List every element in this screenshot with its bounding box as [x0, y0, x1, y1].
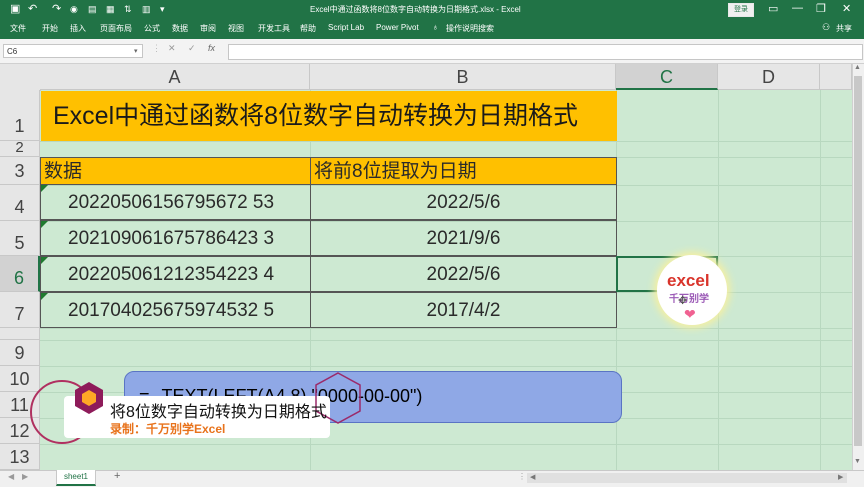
next-sheet-icon[interactable]: ▶	[22, 472, 28, 481]
tab-formulas[interactable]: 公式	[144, 23, 160, 34]
data-cell-b7[interactable]: 2017/4/2	[310, 292, 617, 328]
scroll-down-icon[interactable]: ▼	[854, 458, 861, 465]
maximize-icon[interactable]: ❐	[816, 2, 826, 15]
data-cell-a5[interactable]: 202109061675786423 3	[40, 220, 311, 256]
data-cell-b6[interactable]: 2022/5/6	[310, 256, 617, 292]
row-header-4[interactable]: 4	[0, 185, 40, 221]
banner-subtitle: 录制：千万别学Excel	[110, 422, 226, 436]
sheet-tab-sheet1[interactable]: sheet1	[56, 470, 96, 486]
tab-file[interactable]: 文件	[10, 23, 26, 34]
logo-text-bottom: 千万别学	[669, 294, 709, 305]
column-header-d[interactable]: D	[718, 64, 820, 90]
tab-data[interactable]: 数据	[172, 23, 188, 34]
horizontal-scrollbar[interactable]	[527, 473, 847, 483]
row-header-6[interactable]: 6	[0, 256, 40, 292]
grid-line	[40, 444, 852, 445]
column-header-e[interactable]	[820, 64, 852, 90]
chart-icon[interactable]: ▦	[106, 2, 115, 16]
row-header-3[interactable]: 3	[0, 157, 40, 185]
error-indicator-icon	[41, 221, 48, 228]
data-cell-b5[interactable]: 2021/9/6	[310, 220, 617, 256]
grid-line	[40, 340, 852, 341]
row-header-13[interactable]: 13	[0, 444, 40, 470]
tab-power-pivot[interactable]: Power Pivot	[376, 23, 419, 32]
row-header-7[interactable]: 7	[0, 292, 40, 328]
vertical-scroll-thumb[interactable]	[854, 76, 862, 446]
name-box-dropdown-icon[interactable]: ▾	[134, 47, 138, 55]
tab-help[interactable]: 帮助	[300, 23, 316, 34]
error-indicator-icon	[41, 257, 48, 264]
hexagon-badge-icon	[75, 382, 103, 414]
sort-icon[interactable]: ⇅	[124, 2, 132, 16]
window-title: Excel中通过函数将8位数字自动转换为日期格式.xlsx - Excel	[310, 5, 521, 14]
banner-title: 将8位数字自动转换为日期格式	[110, 404, 327, 421]
name-box[interactable]: C6	[3, 44, 143, 58]
tab-page-layout[interactable]: 页面布局	[100, 23, 132, 34]
form-icon[interactable]: ▥	[142, 2, 151, 16]
cursor-move-icon: ✥	[678, 295, 688, 307]
share-icon: ⚇	[822, 22, 831, 32]
print-preview-icon[interactable]: ▤	[88, 2, 97, 16]
row-header-2[interactable]: 2	[0, 140, 40, 157]
column-header-b[interactable]: B	[310, 64, 616, 90]
data-cell-a6[interactable]: 202205061212354223 4	[40, 256, 311, 292]
row-header-1[interactable]: 1	[0, 90, 40, 141]
row-header-9[interactable]: 9	[0, 340, 40, 366]
redo-icon[interactable]: ↷	[52, 2, 61, 16]
formula-bar: C6 ▾ ⋮ ✕ ✓ fx	[0, 39, 864, 64]
header-cell-data[interactable]: 数据	[40, 157, 311, 185]
save-icon[interactable]: ▣	[10, 2, 20, 16]
scroll-left-icon[interactable]: ◀	[530, 473, 535, 481]
lightbulb-icon: ♁	[432, 22, 439, 32]
tab-home[interactable]: 开始	[42, 23, 58, 34]
select-all-corner[interactable]	[0, 64, 41, 91]
undo-icon[interactable]: ↶	[28, 2, 37, 16]
logo-text-top: excel	[667, 271, 710, 290]
header-cell-date[interactable]: 将前8位提取为日期	[310, 157, 617, 185]
grid-line	[40, 141, 852, 142]
data-cell-a4[interactable]: 20220506156795672 53	[40, 184, 311, 220]
ribbon-display-icon[interactable]: ▭	[768, 2, 778, 15]
tab-review[interactable]: 审阅	[200, 23, 216, 34]
share-button[interactable]: 共享	[836, 23, 852, 34]
data-cell-b4[interactable]: 2022/5/6	[310, 184, 617, 220]
enter-formula-icon[interactable]: ✓	[188, 43, 196, 54]
column-header-a[interactable]: A	[40, 64, 310, 90]
heart-icon: ❤	[684, 306, 696, 322]
grid-line	[820, 90, 821, 470]
minimize-icon[interactable]: —	[792, 2, 803, 14]
ribbon-tabs: 文件 开始 插入 页面布局 公式 数据 审阅 视图 开发工具 帮助 Script…	[0, 19, 864, 39]
tell-me-search[interactable]: 操作说明搜索	[446, 23, 494, 34]
data-cell-a7[interactable]: 201704025675974532 5	[40, 292, 311, 328]
column-header-c[interactable]: C	[616, 64, 718, 90]
scroll-right-icon[interactable]: ▶	[838, 473, 843, 481]
more-options-icon: ⋮	[152, 43, 161, 53]
grid-line	[40, 366, 852, 367]
prev-sheet-icon[interactable]: ◀	[8, 472, 14, 481]
row-header-10[interactable]: 10	[0, 366, 40, 392]
formula-input[interactable]	[228, 44, 863, 60]
error-indicator-icon	[41, 185, 48, 192]
title-bar: ▣ ↶ ↷ ◉ ▤ ▦ ⇅ ▥ ▾ Excel中通过函数将8位数字自动转换为日期…	[0, 0, 864, 19]
tab-split-icon[interactable]: ⋮	[518, 472, 526, 481]
tab-developer[interactable]: 开发工具	[258, 23, 290, 34]
row-header-5[interactable]: 5	[0, 221, 40, 256]
customize-qat-icon[interactable]: ▾	[160, 2, 165, 16]
camera-icon[interactable]: ◉	[70, 2, 78, 16]
cancel-formula-icon[interactable]: ✕	[168, 43, 176, 54]
close-icon[interactable]: ✕	[842, 2, 851, 15]
login-button[interactable]: 登录	[728, 3, 754, 17]
tab-insert[interactable]: 插入	[70, 23, 86, 34]
title-cell[interactable]: Excel中通过函数将8位数字自动转换为日期格式	[41, 91, 617, 141]
insert-function-icon[interactable]: fx	[208, 43, 215, 53]
scroll-up-icon[interactable]: ▲	[854, 64, 861, 71]
tab-script-lab[interactable]: Script Lab	[328, 23, 364, 32]
add-sheet-icon[interactable]: +	[114, 470, 120, 482]
row-header-8[interactable]	[0, 328, 40, 340]
tab-view[interactable]: 视图	[228, 23, 244, 34]
error-indicator-icon	[41, 293, 48, 300]
